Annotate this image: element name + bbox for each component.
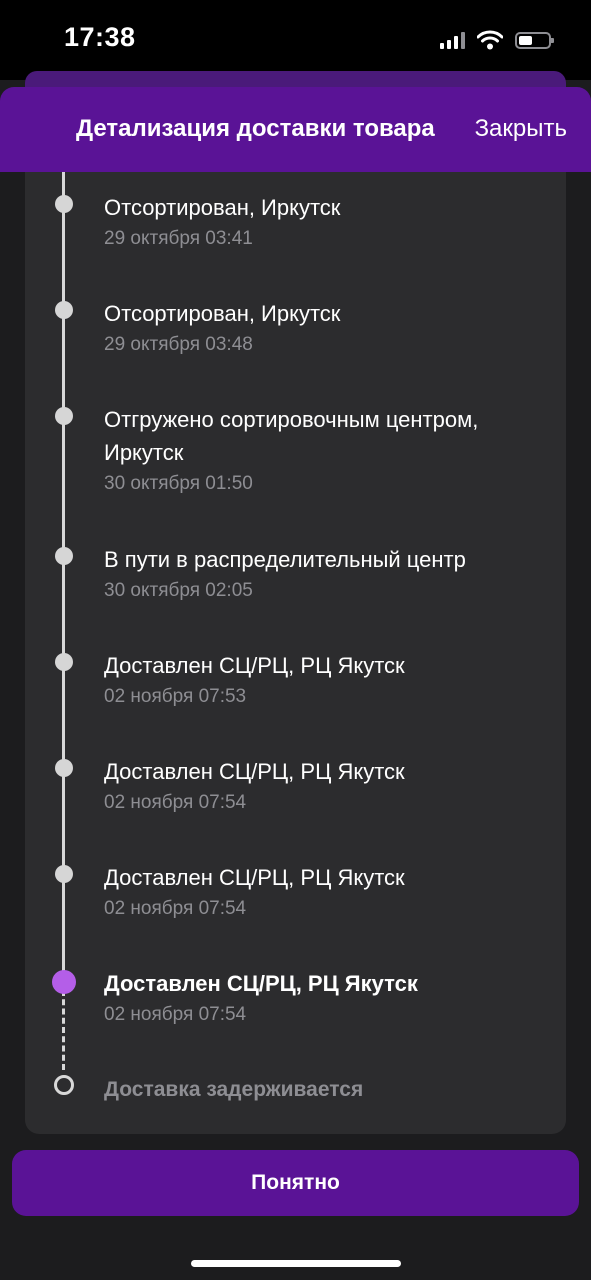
event-date: 02 ноября 07:54 [104,1004,247,1025]
timeline-event: В пути в распределительный центр 30 октя… [104,543,544,606]
modal-title: Детализация доставки товара [76,115,435,142]
home-indicator[interactable] [191,1260,401,1267]
timeline-dot-current [52,970,76,994]
wifi-icon [477,30,503,50]
timeline-event: Отгружено сортировочным центром, Иркутск… [104,403,544,499]
timeline-dot [55,759,73,777]
timeline-dot [55,865,73,883]
event-title: Доставлен СЦ/РЦ, РЦ Якутск [104,759,405,784]
close-button[interactable]: Закрыть [475,115,567,143]
timeline-dot [55,547,73,565]
timeline-event: Доставлен СЦ/РЦ, РЦ Якутск 02 ноября 07:… [104,649,544,712]
event-title: Отгружено сортировочным центром, Иркутск [104,407,479,465]
modal-header: Детализация доставки товара Закрыть [0,87,591,172]
event-title: Доставлен СЦ/РЦ, РЦ Якутск [104,865,405,890]
timeline-dot [55,407,73,425]
status-time: 17:38 [64,22,136,52]
event-date: 30 октября 01:50 [104,473,253,494]
timeline-dot [55,195,73,213]
event-title: В пути в распределительный центр [104,547,466,572]
timeline-event: Отсортирован, Иркутск 29 октября 03:41 [104,191,544,254]
timeline-event: Отсортирован, Иркутск 29 октября 03:48 [104,297,544,360]
timeline-line [62,172,65,982]
cellular-signal-icon [440,31,465,49]
pending-event-title: Доставка задерживается [104,1078,364,1101]
confirm-button[interactable]: Понятно [12,1150,579,1216]
event-date: 29 октября 03:48 [104,334,253,355]
timeline-event-pending: Доставка задерживается [104,1075,544,1105]
event-title: Доставлен СЦ/РЦ, РЦ Якутск [104,653,405,678]
timeline-event-current: Доставлен СЦ/РЦ, РЦ Якутск 02 ноября 07:… [104,967,544,1030]
event-date: 30 октября 02:05 [104,580,253,601]
event-date: 29 октября 03:41 [104,228,253,249]
event-date: 02 ноября 07:54 [104,792,247,813]
status-icons [440,29,554,51]
event-date: 02 ноября 07:54 [104,898,247,919]
battery-icon [515,31,554,49]
timeline-dot [55,301,73,319]
event-title: Отсортирован, Иркутск [104,301,341,326]
timeline-dashed-line [62,990,65,1070]
status-bar: 17:38 [0,0,591,80]
timeline-event: Доставлен СЦ/РЦ, РЦ Якутск 02 ноября 07:… [104,861,544,924]
event-title: Отсортирован, Иркутск [104,195,341,220]
timeline-dot-pending [54,1075,74,1095]
timeline-dot [55,653,73,671]
timeline-event: Доставлен СЦ/РЦ, РЦ Якутск 02 ноября 07:… [104,755,544,818]
event-date: 02 ноября 07:53 [104,686,247,707]
event-title: Доставлен СЦ/РЦ, РЦ Якутск [104,971,418,996]
